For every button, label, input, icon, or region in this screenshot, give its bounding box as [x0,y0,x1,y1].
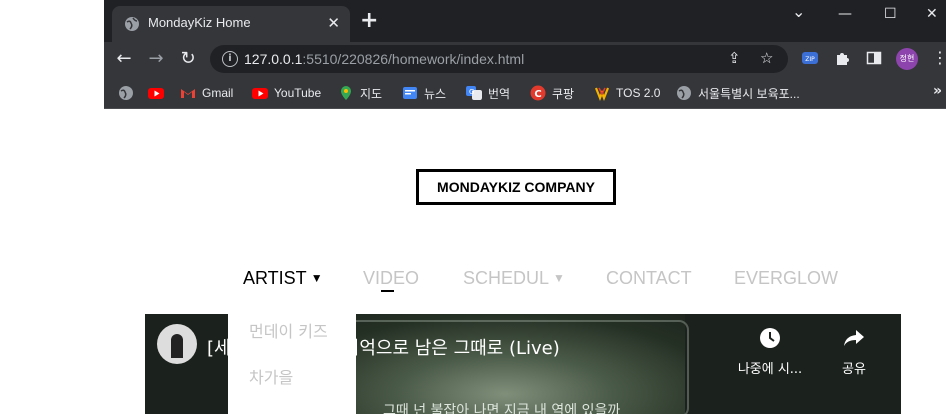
browser-window: MondayKiz Home ✕ + ⌄ — ☐ ✕ ← → ↻ i 127.0… [104,0,946,414]
clock-icon [760,328,780,348]
share-page-icon[interactable]: ⇪ [728,49,741,67]
bookmark-label: Gmail [202,86,234,100]
back-arrow-icon[interactable]: ← [112,47,136,71]
dropdown-item-monday-kiz[interactable]: 먼데이 키즈 [249,318,328,342]
globe-icon [677,86,691,100]
caret-down-icon: ▼ [553,271,565,285]
new-tab-button[interactable]: + [360,8,378,34]
reload-icon[interactable]: ↻ [176,47,200,71]
maps-icon [341,86,351,100]
nav-everglow[interactable]: EVERGLOW [734,268,838,289]
nav-underline [381,290,394,292]
tos-icon [594,87,610,101]
puzzle-icon[interactable] [834,50,850,66]
tab-mondaykiz-home[interactable]: MondayKiz Home ✕ [112,6,350,42]
forward-arrow-icon[interactable]: → [144,47,168,71]
web-page: MONDAYKIZ COMPANY ARTIST ▼ VIDEO SCHEDUL ▼… [104,109,946,414]
maximize-button[interactable]: ☐ [884,6,897,22]
bookmark-tos[interactable]: TOS 2.0 [594,84,660,102]
channel-avatar[interactable] [157,324,197,364]
artist-dropdown-menu: 먼데이 키즈 차가을 [228,306,356,414]
bookmark-coupang[interactable]: C 쿠팡 [530,84,574,102]
bookmark-globe[interactable] [118,84,134,102]
youtube-icon [252,88,268,99]
url-path: :5510/220826/homework/index.html [302,51,525,67]
news-icon [403,87,417,99]
bookmark-translate[interactable]: G 번역 [466,84,510,102]
minimize-button[interactable]: — [838,6,852,22]
nav-label: SCHEDUL [463,268,550,288]
bookmark-label: TOS 2.0 [616,86,661,100]
zip-extension-icon[interactable]: ZIP [802,50,818,66]
tab-strip: MondayKiz Home ✕ + ⌄ — ☐ ✕ [104,0,946,42]
bookmark-maps[interactable]: 지도 [338,84,382,102]
youtube-icon [148,88,164,99]
svg-text:ZIP: ZIP [805,56,815,63]
bookmark-label: YouTube [274,86,322,100]
nav-schedul[interactable]: SCHEDUL ▼ [463,268,565,289]
dropdown-item-chagaeul[interactable]: 차가을 [249,364,293,388]
video-subtitle: 그때 넌 불잡아 나면 지금 내 역에 있을까 [383,403,621,414]
caret-down-icon: ▼ [310,271,323,285]
side-panel-icon[interactable] [866,50,882,66]
bookmarks-more-button[interactable]: » [933,83,942,99]
nav-contact[interactable]: CONTACT [606,268,692,289]
star-icon[interactable]: ☆ [760,49,773,67]
url-host: 127.0.0.1 [244,51,303,67]
nav-artist[interactable]: ARTIST ▼ [243,268,323,289]
bookmark-label: 번역 [488,86,511,101]
bookmark-gmail[interactable]: Gmail [180,84,233,102]
close-tab-icon[interactable]: ✕ [327,14,340,32]
bookmark-youtube[interactable]: YouTube [252,84,321,102]
bookmark-label: 서울특별시 보육포... [698,86,800,101]
tab-title: MondayKiz Home [148,15,251,30]
share-arrow-icon [844,330,864,346]
close-window-button[interactable]: ✕ [926,6,938,22]
watch-later-label: 나중에 시... [737,362,803,377]
profile-avatar[interactable]: 정현 [896,48,918,70]
bookmark-news[interactable]: 뉴스 [402,84,446,102]
globe-icon [119,86,133,100]
svg-text:G: G [469,88,474,96]
chevron-down-icon[interactable]: ⌄ [792,2,805,21]
svg-text:C: C [534,89,541,100]
info-icon[interactable]: i [222,51,238,67]
url-text[interactable]: 127.0.0.1:5510/220826/homework/index.htm… [244,51,524,67]
gmail-icon [181,89,195,98]
nav-video[interactable]: VIDEO [363,268,419,289]
share-label: 공유 [842,362,866,377]
site-logo[interactable]: MONDAYKIZ COMPANY [416,169,616,205]
nav-label: ARTIST [243,268,307,288]
translate-icon: G [466,86,482,100]
bookmark-label: 뉴스 [424,86,447,101]
coupang-icon: C [530,85,546,101]
bookmark-label: 쿠팡 [552,86,575,101]
share-button[interactable]: 공유 [814,326,894,377]
channel-avatar-figure [171,334,183,358]
more-menu-icon[interactable]: ⋮ [932,49,946,67]
toolbar: ← → ↻ i 127.0.0.1:5510/220826/homework/i… [104,42,946,76]
bookmark-seoul-childcare[interactable]: 서울특별시 보육포... [676,84,800,102]
bookmarks-bar: Gmail YouTube 지도 뉴스 G 번역 C 쿠팡 TOS 2.0 서울… [104,76,946,109]
address-bar[interactable]: i 127.0.0.1:5510/220826/homework/index.h… [210,45,788,73]
bookmark-youtube-icon-only[interactable] [148,84,164,102]
watch-later-button[interactable]: 나중에 시... [730,326,810,377]
globe-icon [125,17,139,31]
bookmark-label: 지도 [360,86,383,101]
